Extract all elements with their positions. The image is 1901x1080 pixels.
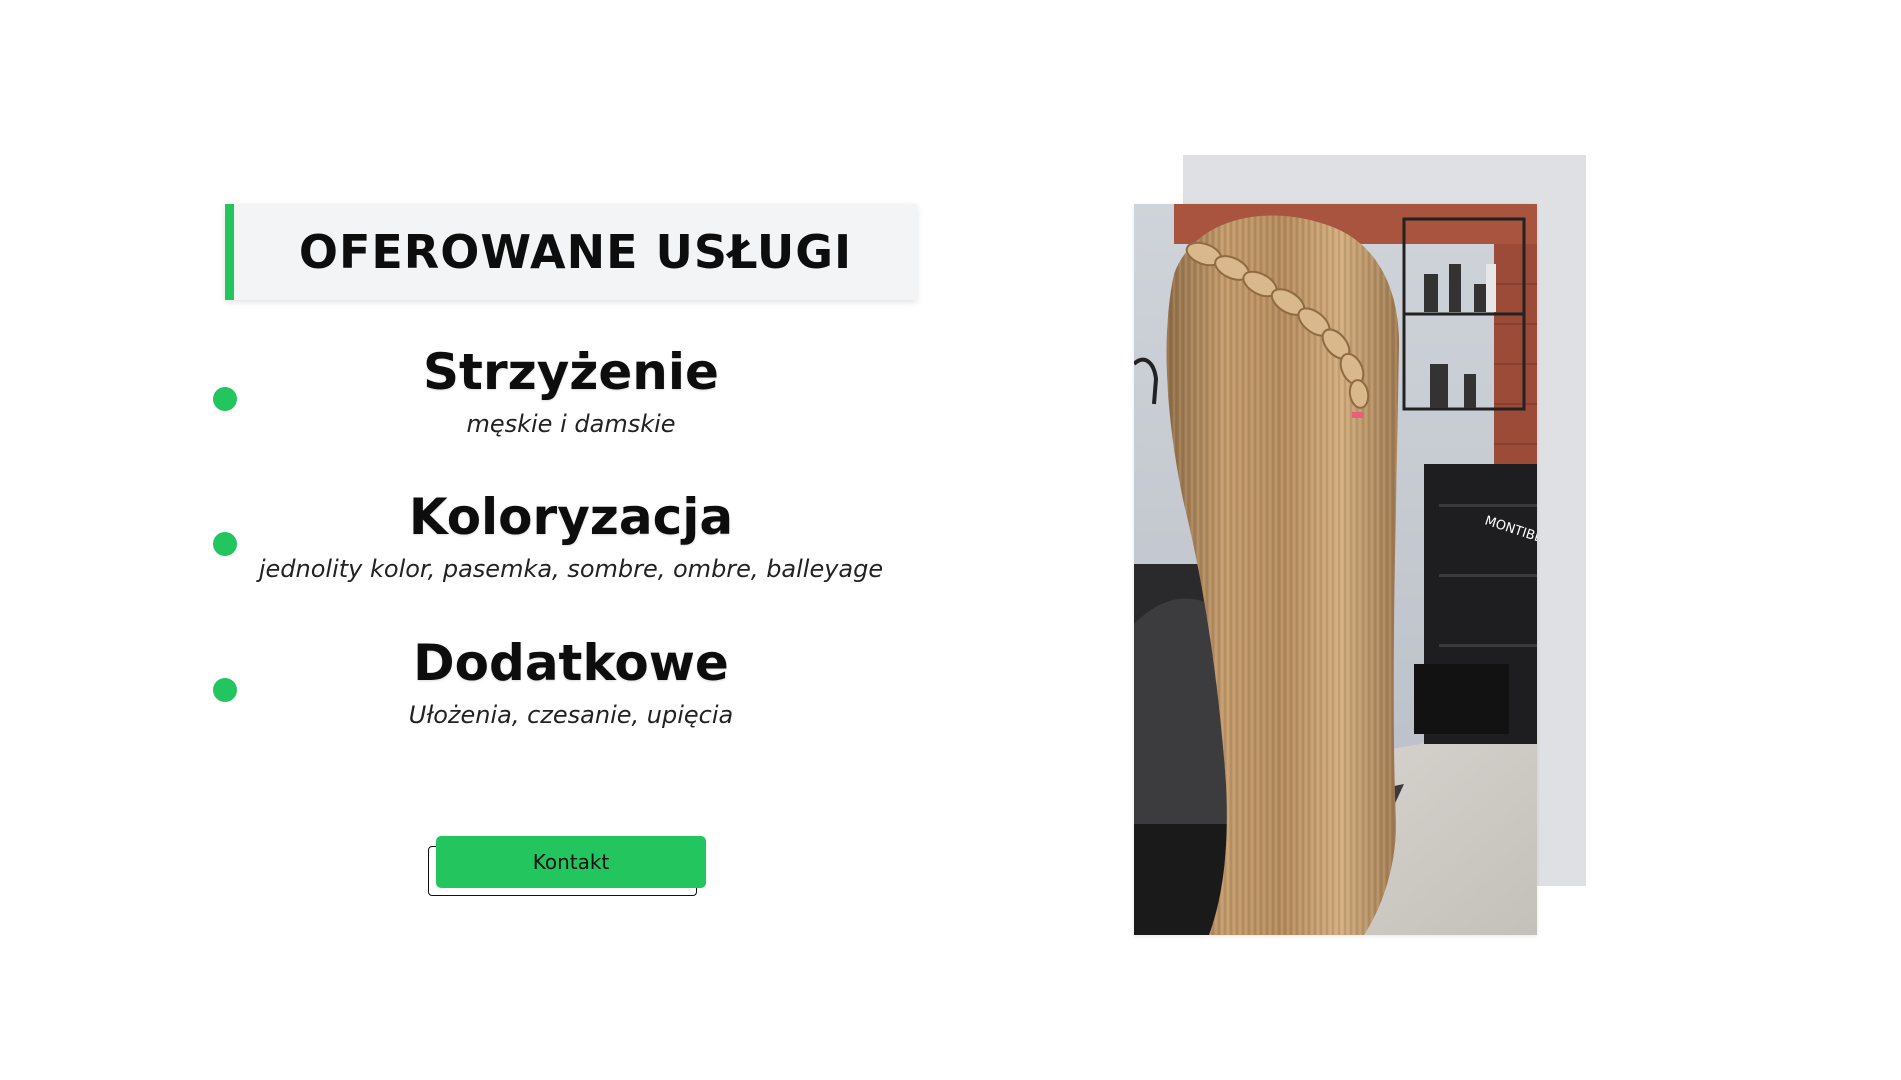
service-description: Ułożenia, czesanie, upięcia: [408, 701, 734, 729]
service-item-coloring: Koloryzacja jednolity kolor, pasemka, so…: [213, 488, 917, 583]
contact-button[interactable]: Kontakt: [436, 836, 706, 888]
bullet-dot-icon: [213, 532, 237, 556]
bullet-dot-icon: [213, 387, 237, 411]
service-title: Strzyżenie: [423, 343, 719, 401]
service-title: Koloryzacja: [408, 488, 734, 546]
service-item-haircut: Strzyżenie męskie i damskie: [213, 343, 917, 438]
bullet-dot-icon: [213, 678, 237, 702]
services-heading-box: OFEROWANE USŁUGI: [225, 204, 917, 300]
service-description: męskie i damskie: [466, 410, 676, 438]
services-page: OFEROWANE USŁUGI Strzyżenie męskie i dam…: [0, 0, 1901, 1080]
hair-photo: MONTIBE: [1134, 204, 1537, 935]
services-heading: OFEROWANE USŁUGI: [298, 225, 853, 279]
service-title: Dodatkowe: [413, 634, 729, 692]
service-item-additional: Dodatkowe Ułożenia, czesanie, upięcia: [213, 634, 917, 729]
service-description: jednolity kolor, pasemka, sombre, ombre,…: [258, 555, 884, 583]
contact-button-wrapper: Kontakt: [428, 836, 706, 898]
